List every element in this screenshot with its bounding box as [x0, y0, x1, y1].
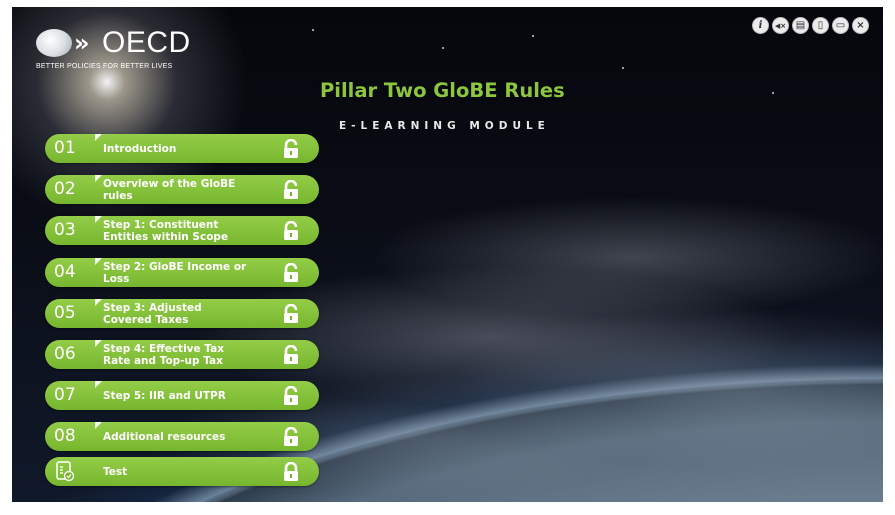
menu-notch	[95, 216, 102, 223]
menu-number: 07	[54, 385, 76, 405]
star	[532, 35, 534, 37]
menu-number: 06	[54, 344, 76, 364]
menu-item-08[interactable]: 08 Additional resources	[45, 422, 319, 451]
unlock-icon	[281, 426, 301, 447]
document-icon: ▯	[817, 20, 824, 31]
menu-number-box: 02	[45, 175, 102, 204]
menu-item-01[interactable]: 01 Introduction	[45, 134, 319, 163]
menu-label: Introduction	[103, 142, 177, 155]
menu-item-04[interactable]: 04 Step 2: GloBE Income or Loss	[45, 258, 319, 287]
audio-button[interactable]: ◀×	[772, 17, 789, 34]
menu-number: 08	[54, 426, 76, 446]
menu-number-box: 08	[45, 422, 102, 451]
menu-item-02[interactable]: 02 Overview of the GloBE rules	[45, 175, 319, 204]
menu-item-test[interactable]: Test	[45, 457, 319, 486]
menu-number-box: 04	[45, 258, 102, 287]
unlock-icon	[281, 344, 301, 365]
logo-tagline: BETTER POLICIES FOR BETTER LIVES	[36, 63, 173, 70]
menu-notch	[95, 422, 102, 429]
menu-label: Additional resources	[103, 430, 226, 443]
page-subtitle: E-LEARNING MODULE	[339, 120, 550, 132]
menu-item-05[interactable]: 05 Step 3: Adjusted Covered Taxes	[45, 299, 319, 328]
menu-label: Overview of the GloBE rules	[103, 177, 236, 202]
close-icon: ×	[856, 20, 865, 31]
unlock-icon	[281, 138, 301, 159]
menu-item-06[interactable]: 06 Step 4: Effective Tax Rate and Top-up …	[45, 340, 319, 369]
menu-number: 04	[54, 262, 76, 282]
menu-number: 03	[54, 220, 76, 240]
unlock-icon	[281, 262, 301, 283]
menu-notch	[95, 299, 102, 306]
earth-background: » OECD BETTER POLICIES FOR BETTER LIVES …	[12, 7, 883, 502]
menu-number: 01	[54, 138, 76, 158]
transcript-icon: ▤	[795, 20, 806, 31]
folder-icon: ▭	[835, 20, 846, 31]
unlock-icon	[281, 220, 301, 241]
lock-closed-icon	[281, 461, 301, 482]
test-icon	[55, 461, 75, 482]
info-button[interactable]: i	[752, 17, 769, 34]
menu-number-box: 03	[45, 216, 102, 245]
oecd-logo: » OECD BETTER POLICIES FOR BETTER LIVES	[34, 25, 234, 75]
toolbar: i ◀× ▤ ▯ ▭ ×	[752, 17, 869, 34]
star	[442, 47, 444, 49]
menu-label: Step 3: Adjusted Covered Taxes	[103, 301, 202, 326]
menu-label: Step 2: GloBE Income or Loss	[103, 260, 247, 285]
page-title: Pillar Two GloBE Rules	[320, 79, 565, 102]
menu-label: Test	[103, 465, 128, 478]
unlock-icon	[281, 179, 301, 200]
menu-label: Step 5: IIR and UTPR	[103, 389, 226, 402]
menu-notch	[95, 258, 102, 265]
star	[772, 92, 774, 94]
chevron-icon: »	[74, 29, 90, 57]
menu-number-box	[45, 457, 97, 486]
transcript-button[interactable]: ▤	[792, 17, 809, 34]
info-icon: i	[758, 20, 763, 31]
unlock-icon	[281, 385, 301, 406]
menu-number-box: 06	[45, 340, 102, 369]
unlock-icon	[281, 303, 301, 324]
menu-number-box: 05	[45, 299, 102, 328]
menu-number-box: 07	[45, 381, 102, 410]
menu-number: 02	[54, 179, 76, 199]
menu-notch	[95, 381, 102, 388]
star	[622, 67, 624, 69]
folder-button[interactable]: ▭	[832, 17, 849, 34]
close-button[interactable]: ×	[852, 17, 869, 34]
menu-item-03[interactable]: 03 Step 1: Constituent Entities within Sc…	[45, 216, 319, 245]
menu-notch	[95, 175, 102, 182]
menu-number: 05	[54, 303, 76, 323]
menu-label: Step 4: Effective Tax Rate and Top-up Ta…	[103, 342, 224, 367]
menu-notch	[95, 340, 102, 347]
menu-number-box: 01	[45, 134, 102, 163]
star	[312, 29, 314, 31]
logo-name: OECD	[102, 26, 191, 59]
menu-item-07[interactable]: 07 Step 5: IIR and UTPR	[45, 381, 319, 410]
globe-icon	[36, 29, 72, 57]
menu-label: Step 1: Constituent Entities within Scop…	[103, 218, 229, 243]
audio-icon: ◀×	[774, 21, 787, 30]
menu-notch	[95, 134, 102, 141]
document-button[interactable]: ▯	[812, 17, 829, 34]
